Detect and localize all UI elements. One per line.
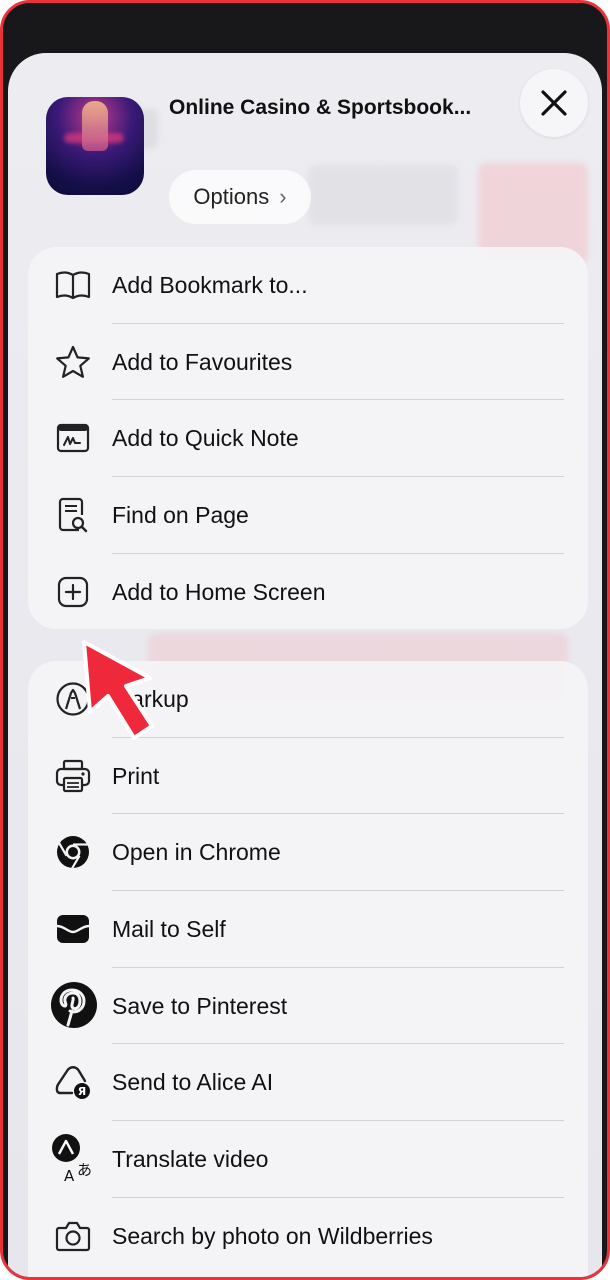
camera-icon bbox=[54, 1217, 92, 1255]
menu-item-label: Find on Page bbox=[112, 501, 249, 528]
svg-text:Я: Я bbox=[78, 1085, 86, 1098]
app-icon bbox=[46, 97, 144, 195]
menu-item-search-by-photo[interactable]: Search by photo on Wildberries bbox=[28, 1198, 588, 1275]
quick-note-icon bbox=[54, 419, 92, 457]
options-label: Options bbox=[193, 184, 270, 209]
chrome-icon bbox=[54, 833, 92, 871]
menu-item-translate-video[interactable]: Aあ Translate video bbox=[28, 1121, 588, 1198]
pointer-arrow-icon bbox=[82, 640, 154, 740]
alice-icon: Я bbox=[54, 1063, 92, 1101]
options-button[interactable]: Options › bbox=[169, 170, 311, 224]
menu-item-print[interactable]: Print bbox=[28, 738, 588, 815]
actions-group-primary: Add Bookmark to... Add to Favourites Add… bbox=[28, 247, 588, 629]
menu-item-save-to-pinterest[interactable]: Save to Pinterest bbox=[28, 968, 588, 1045]
menu-item-add-bookmark[interactable]: Add Bookmark to... bbox=[28, 247, 588, 324]
menu-item-label: Send to Alice AI bbox=[112, 1069, 274, 1096]
menu-item-label: Search by photo on Wildberries bbox=[112, 1222, 433, 1249]
menu-item-label: Translate video bbox=[112, 1145, 269, 1172]
printer-icon bbox=[54, 757, 92, 795]
menu-item-add-quick-note[interactable]: Add to Quick Note bbox=[28, 400, 588, 478]
menu-item-label: Open in Chrome bbox=[112, 839, 281, 866]
translate-icon: Aあ bbox=[50, 1133, 98, 1183]
close-icon bbox=[541, 90, 567, 116]
menu-item-label: Add to Home Screen bbox=[112, 578, 326, 605]
find-on-page-icon bbox=[54, 496, 92, 534]
menu-item-label: Add to Favourites bbox=[112, 348, 293, 375]
menu-item-find-on-page[interactable]: Find on Page bbox=[28, 477, 588, 554]
svg-text:あ: あ bbox=[77, 1161, 92, 1179]
add-square-icon bbox=[54, 573, 92, 611]
menu-item-open-in-chrome[interactable]: Open in Chrome bbox=[28, 814, 588, 892]
background-page-blur bbox=[308, 165, 458, 225]
app-icon-figure bbox=[82, 101, 108, 151]
chevron-right-icon: › bbox=[279, 184, 287, 209]
star-icon bbox=[54, 343, 92, 381]
close-button[interactable] bbox=[520, 69, 588, 137]
menu-item-send-to-alice[interactable]: Я Send to Alice AI bbox=[28, 1044, 588, 1122]
menu-item-mail-to-self[interactable]: Mail to Self bbox=[28, 891, 588, 968]
menu-item-add-to-home-screen[interactable]: Add to Home Screen bbox=[28, 554, 588, 629]
pinterest-icon bbox=[50, 981, 98, 1029]
book-icon bbox=[54, 266, 92, 304]
menu-item-label: Add to Quick Note bbox=[112, 425, 299, 452]
highlight-frame: Online Casino & Sportsbook... Options › … bbox=[0, 0, 610, 1280]
menu-item-label: Print bbox=[112, 762, 160, 789]
actions-group-extensions: Markup Print Open in Chrome Mail to Self… bbox=[28, 661, 588, 1277]
svg-text:A: A bbox=[64, 1167, 75, 1183]
menu-item-label: Save to Pinterest bbox=[112, 992, 288, 1019]
page-title: Online Casino & Sportsbook... bbox=[169, 96, 472, 119]
menu-item-add-favourites[interactable]: Add to Favourites bbox=[28, 324, 588, 401]
menu-item-label: Mail to Self bbox=[112, 915, 226, 942]
share-sheet: Online Casino & Sportsbook... Options › … bbox=[8, 53, 602, 1277]
menu-item-label: Add Bookmark to... bbox=[112, 271, 308, 298]
mail-icon bbox=[54, 910, 92, 948]
